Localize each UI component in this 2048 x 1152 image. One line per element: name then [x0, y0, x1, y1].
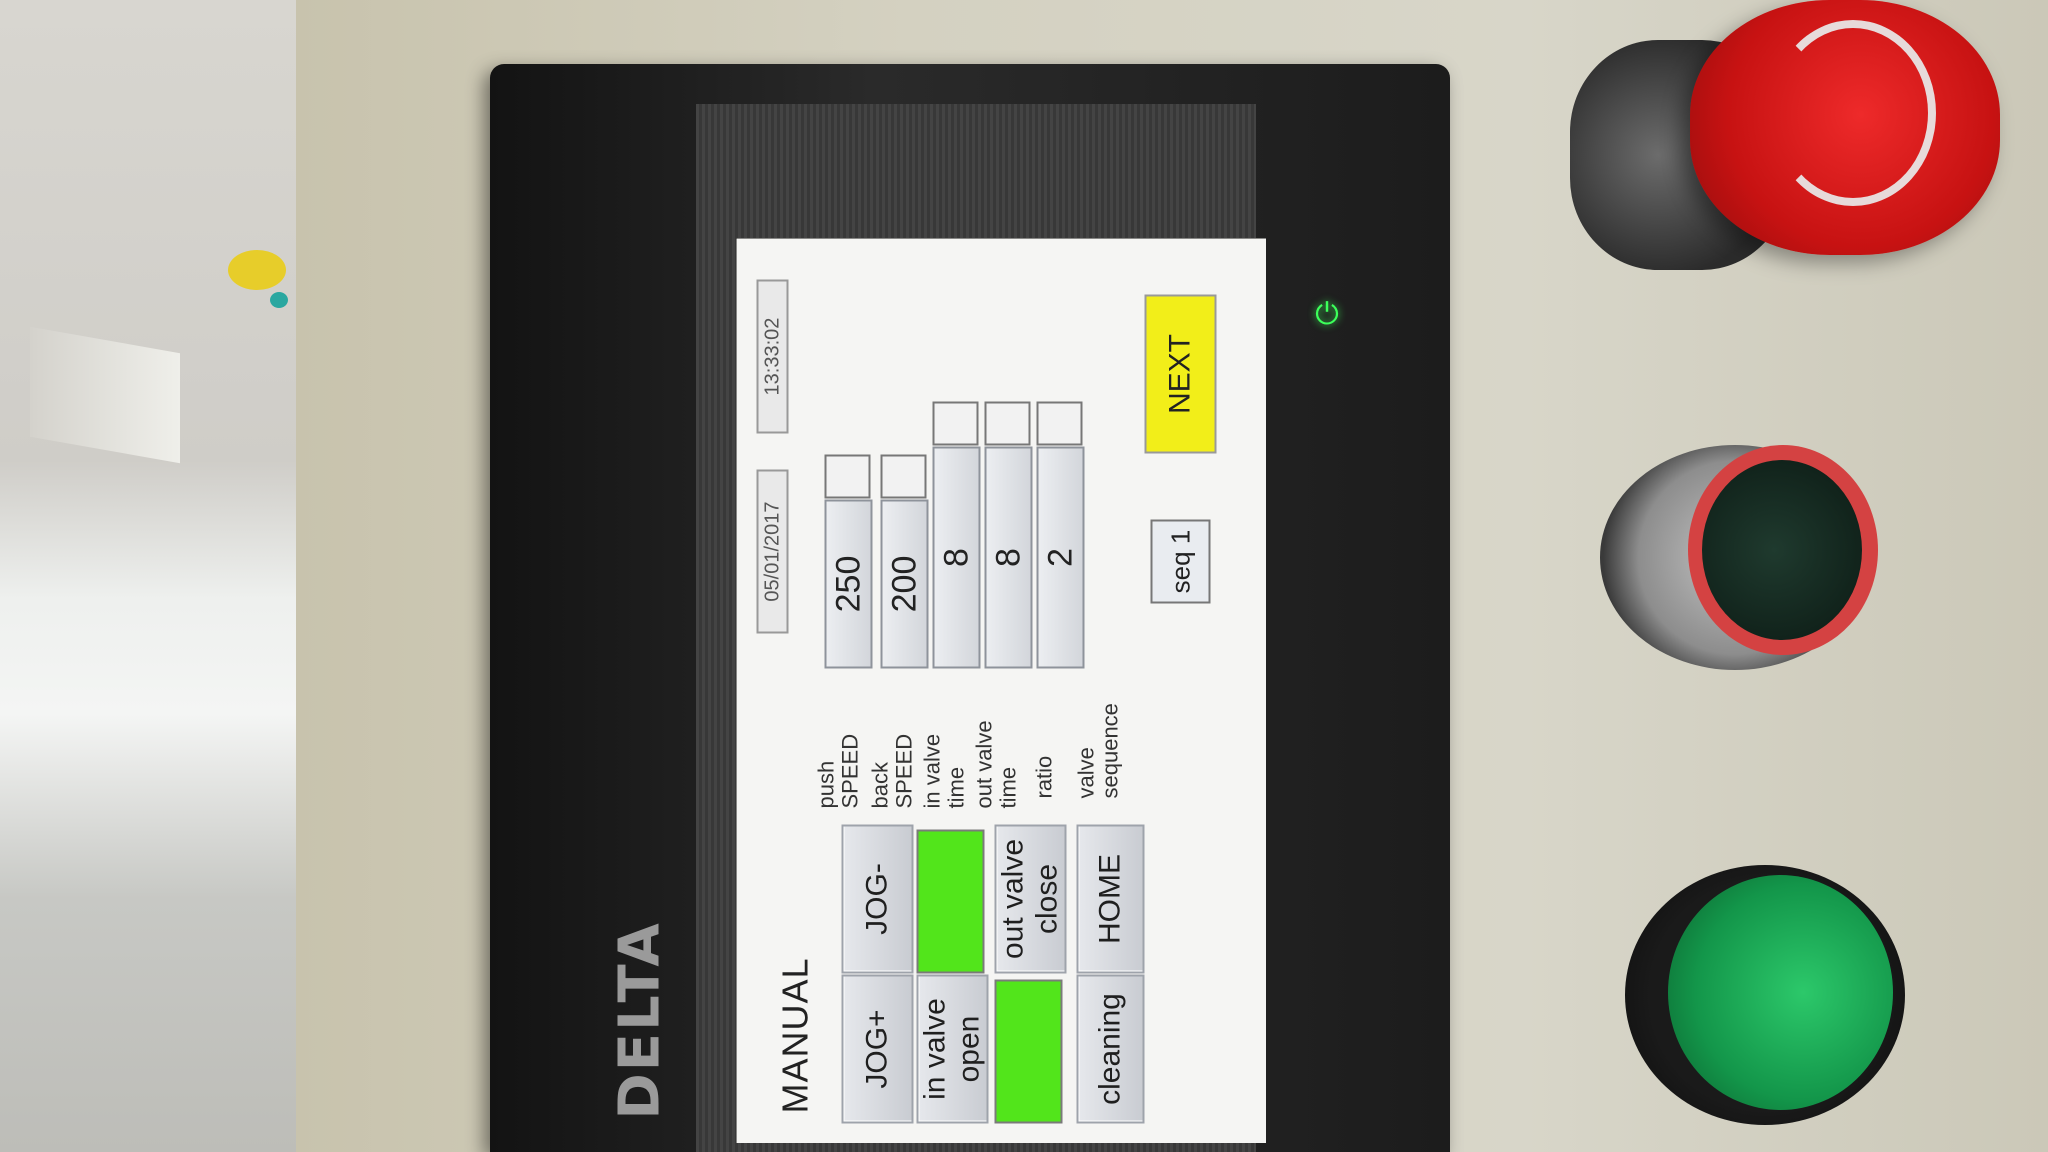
in-valve-open-indicator — [916, 829, 984, 973]
push-speed-unit-box — [824, 454, 870, 498]
background-left — [0, 0, 300, 1152]
yellow-knob — [228, 250, 286, 290]
date-display: 05/01/2017 — [756, 469, 788, 633]
in-valve-open-button[interactable]: in valve open — [916, 974, 988, 1123]
jog-minus-button[interactable]: JOG- — [841, 824, 913, 973]
valve-sequence-value[interactable]: seq 1 — [1150, 519, 1210, 603]
ratio-value[interactable]: 2 — [1036, 446, 1084, 668]
out-valve-time-label: out valve time — [971, 719, 1020, 808]
cleaning-button[interactable]: cleaning — [1076, 974, 1144, 1123]
emergency-stop-ring-icon — [1770, 20, 1936, 206]
push-speed-value[interactable]: 250 — [824, 499, 872, 668]
next-button[interactable]: NEXT — [1144, 294, 1216, 453]
brand-logo: DELTA — [600, 920, 680, 1120]
out-valve-close-indicator — [994, 979, 1062, 1123]
back-speed-unit-box — [880, 454, 926, 498]
ratio-unit-box — [1036, 401, 1082, 445]
in-valve-time-unit-box — [932, 401, 978, 445]
emergency-stop-button[interactable] — [1690, 0, 2000, 255]
out-valve-time-unit-box — [984, 401, 1030, 445]
ratio-label: ratio — [1031, 755, 1056, 798]
metal-bracket — [30, 326, 180, 464]
brand-logo-text: DELTA — [607, 920, 673, 1120]
page-title: MANUAL — [774, 956, 815, 1113]
black-push-button[interactable] — [1702, 460, 1862, 640]
in-valve-time-label: in valve time — [919, 733, 968, 808]
in-valve-time-value[interactable]: 8 — [932, 446, 980, 668]
back-speed-value[interactable]: 200 — [880, 499, 928, 668]
push-speed-label: push SPEED — [813, 733, 862, 808]
out-valve-close-button[interactable]: out valve close — [994, 824, 1066, 973]
valve-sequence-label: valve sequence — [1073, 702, 1122, 798]
time-display: 13:33:02 — [756, 279, 788, 433]
back-speed-label: back SPEED — [867, 733, 916, 808]
green-push-button[interactable] — [1668, 875, 1893, 1110]
power-led-icon: ⏻ — [1315, 298, 1339, 331]
manual-screen: MANUAL 05/01/2017 13:33:02 JOG+ JOG- in … — [736, 238, 1266, 1143]
teal-knob — [270, 292, 288, 308]
out-valve-time-value[interactable]: 8 — [984, 446, 1032, 668]
jog-plus-button[interactable]: JOG+ — [841, 974, 913, 1123]
hmi-screen: MANUAL 05/01/2017 13:33:02 JOG+ JOG- in … — [736, 238, 1266, 1143]
home-button[interactable]: HOME — [1076, 824, 1144, 973]
